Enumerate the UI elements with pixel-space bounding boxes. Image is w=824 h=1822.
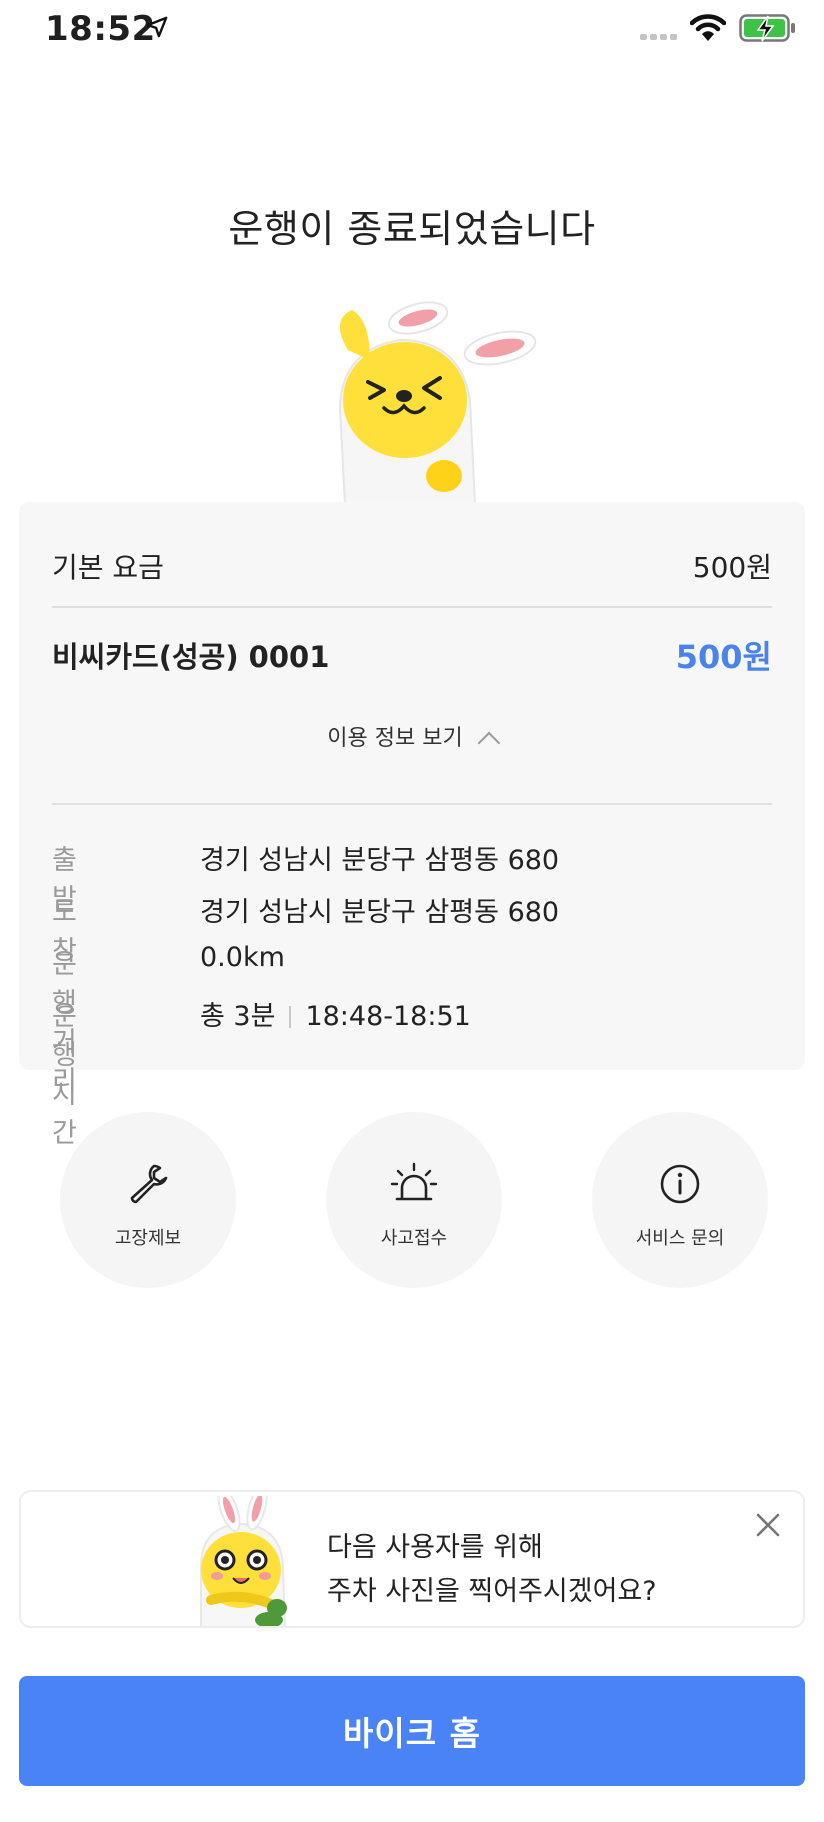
service-inquiry-button[interactable]: 서비스 문의 bbox=[592, 1112, 768, 1288]
report-accident-button[interactable]: 사고접수 bbox=[326, 1112, 502, 1288]
base-fee-value: 500원 bbox=[692, 551, 772, 584]
detail-value: 0.0km bbox=[200, 942, 285, 973]
divider bbox=[52, 606, 772, 608]
chevron-up-icon bbox=[477, 731, 501, 755]
base-fee-label: 기본 요금 bbox=[52, 551, 164, 584]
status-bar: 18:52 bbox=[0, 0, 824, 60]
siren-icon bbox=[390, 1162, 438, 1201]
separator bbox=[289, 1006, 292, 1028]
detail-value: 경기 성남시 분당구 삼평동 680 bbox=[200, 845, 560, 876]
banner-line: 다음 사용자를 위해 bbox=[327, 1532, 543, 1563]
wifi-icon bbox=[690, 14, 726, 41]
payment-card-name: 비씨카드(성공) 0001 bbox=[52, 640, 330, 674]
mascot-illustration bbox=[338, 301, 537, 504]
battery-charging-icon bbox=[739, 14, 795, 42]
info-icon bbox=[660, 1164, 700, 1204]
receipt-card: 기본 요금 500원 비씨카드(성공) 0001 500원 이용 정보 보기 출… bbox=[19, 502, 805, 1149]
usage-info-toggle[interactable]: 이용 정보 보기 bbox=[19, 720, 805, 755]
detail-value: 경기 성남시 분당구 삼평동 680 bbox=[200, 897, 560, 928]
wrench-icon bbox=[130, 1164, 168, 1204]
detail-value: 총 3분 18:48-18:51 bbox=[200, 994, 471, 1033]
parking-photo-banner[interactable]: 다음 사용자를 위해 주차 사진을 찍어주시겠어요? bbox=[19, 1490, 805, 1628]
page-title: 운행이 종료되었습니다 bbox=[228, 207, 596, 251]
action-label: 서비스 문의 bbox=[635, 1228, 725, 1249]
divider bbox=[52, 803, 772, 805]
action-label: 사고접수 bbox=[380, 1228, 448, 1249]
location-arrow-icon bbox=[146, 16, 168, 38]
duration-total: 총 3분 bbox=[200, 1001, 276, 1032]
status-time: 18:52 bbox=[45, 9, 156, 49]
usage-info-toggle-label: 이용 정보 보기 bbox=[327, 726, 463, 751]
action-label: 고장제보 bbox=[114, 1228, 182, 1249]
mascot-banner-illustration bbox=[200, 1496, 287, 1626]
ride-complete-screen: 18:52 운행이 종료되었습니다 기본 요금 500원 비씨카드(성공) 00… bbox=[0, 0, 824, 1822]
report-breakdown-button[interactable]: 고장제보 bbox=[60, 1112, 236, 1288]
banner-message: 다음 사용자를 위해 주차 사진을 찍어주시겠어요? bbox=[327, 1526, 657, 1614]
detail-label: 운행 시간 bbox=[52, 1001, 77, 1149]
duration-range: 18:48-18:51 bbox=[305, 1001, 471, 1032]
bike-home-button[interactable]: 바이크 홈 bbox=[19, 1676, 805, 1786]
banner-line: 주차 사진을 찍어주시겠어요? bbox=[327, 1576, 657, 1607]
payment-amount: 500원 bbox=[675, 638, 772, 676]
close-icon[interactable] bbox=[753, 1510, 783, 1540]
signal-icon bbox=[640, 34, 680, 40]
